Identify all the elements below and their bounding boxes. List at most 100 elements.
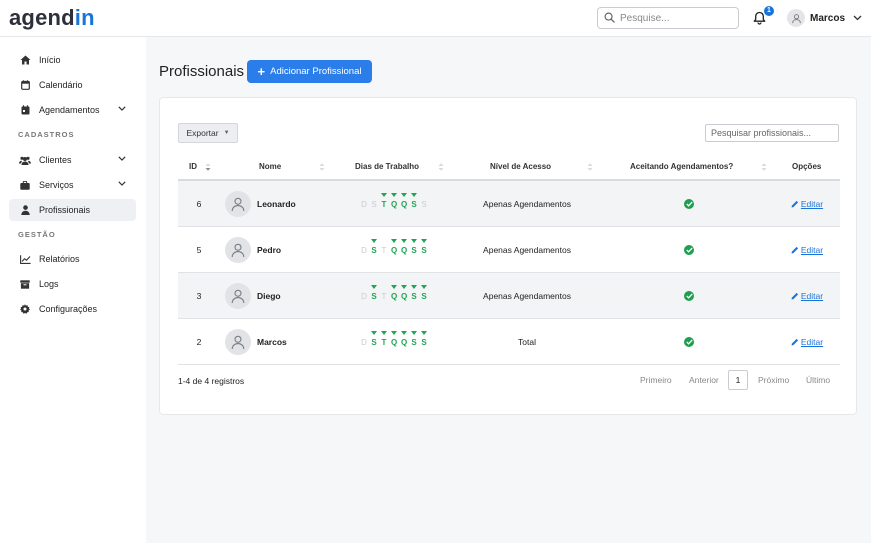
sidebar-item-relatorios[interactable]: Relatórios <box>9 248 136 270</box>
workday-active: T <box>381 193 387 209</box>
sidebar-item-inicio[interactable]: Início <box>9 49 136 71</box>
workday-active: S <box>421 285 427 301</box>
add-professional-label: Adicionar Profissional <box>270 66 362 77</box>
table-header: ID Nome Dias de Trabalho Nível de Acesso… <box>178 156 840 181</box>
row-professional: Pedro <box>225 227 345 272</box>
edit-link[interactable]: Editar <box>791 199 823 209</box>
professionals-search-input[interactable] <box>705 124 839 142</box>
global-search[interactable] <box>597 7 739 29</box>
pagination-last[interactable]: Último <box>806 370 830 390</box>
sidebar-item-label: Clientes <box>39 155 72 165</box>
logs-icon <box>20 279 30 289</box>
sidebar-item-servicos[interactable]: Serviços <box>9 174 136 196</box>
section-label-cadastros: CADASTROS <box>18 130 75 139</box>
pagination-first[interactable]: Primeiro <box>640 370 672 390</box>
pencil-icon <box>791 338 798 345</box>
row-accepting <box>610 319 768 364</box>
avatar <box>225 328 251 355</box>
column-header-days[interactable]: Dias de Trabalho <box>355 162 419 171</box>
row-professional: Leonardo <box>225 181 345 226</box>
users-icon <box>19 156 31 165</box>
workday-active: T <box>381 331 387 347</box>
workday-active: S <box>371 239 377 255</box>
row-professional: Diego <box>225 273 345 318</box>
sidebar-item-logs[interactable]: Logs <box>9 273 136 295</box>
add-professional-button[interactable]: + Adicionar Profissional <box>247 60 372 83</box>
workday-inactive: T <box>381 246 387 255</box>
edit-link[interactable]: Editar <box>791 337 823 347</box>
appointments-icon <box>21 105 29 115</box>
search-icon <box>604 12 615 23</box>
sort-icon[interactable] <box>761 162 767 172</box>
check-circle-icon <box>684 336 694 347</box>
records-count: 1-4 de 4 registros <box>178 376 245 386</box>
workday-active: S <box>371 331 377 347</box>
workday-inactive: D <box>361 246 367 255</box>
column-header-id[interactable]: ID <box>189 162 197 171</box>
edit-label: Editar <box>800 290 824 301</box>
pagination-previous[interactable]: Anterior <box>689 370 719 390</box>
workday-inactive: D <box>361 200 367 209</box>
sidebar-item-label: Serviços <box>39 180 74 190</box>
sort-icon[interactable] <box>587 162 593 172</box>
row-id: 5 <box>196 244 202 255</box>
row-access-level: Apenas Agendamentos <box>483 244 571 255</box>
row-accepting <box>610 227 768 272</box>
column-header-name[interactable]: Nome <box>259 162 281 171</box>
sidebar-item-label: Profissionais <box>39 205 91 215</box>
workday-active: S <box>421 239 427 255</box>
chevron-down-icon <box>118 156 126 161</box>
workday-inactive: S <box>421 200 427 209</box>
user-avatar-icon <box>231 197 245 211</box>
workday-active: Q <box>401 239 408 255</box>
row-name: Marcos <box>257 336 287 347</box>
pagination-next[interactable]: Próximo <box>758 370 789 390</box>
export-button[interactable]: Exportar ▼ <box>178 123 238 143</box>
table-row: 2 Marcos D S T Q Q S S Total Editar <box>178 319 840 365</box>
sort-icon[interactable] <box>438 162 444 172</box>
sidebar-item-configuracoes[interactable]: Configurações <box>9 298 136 320</box>
workday-active: S <box>411 193 417 209</box>
global-search-input[interactable] <box>620 10 734 26</box>
section-label-gestao: GESTÃO <box>18 230 56 239</box>
workday-active: Q <box>391 193 398 209</box>
chart-icon <box>19 254 31 264</box>
page-title: Profissionais <box>159 63 245 80</box>
sidebar-item-clientes[interactable]: Clientes <box>9 149 136 171</box>
edit-link[interactable]: Editar <box>791 245 823 255</box>
sidebar-item-label: Relatórios <box>39 254 80 264</box>
row-access-level: Apenas Agendamentos <box>483 198 571 209</box>
row-options: Editar <box>776 181 838 226</box>
row-workdays: DSTQQSS <box>338 227 450 272</box>
plus-icon: + <box>257 63 266 79</box>
sidebar-item-profissionais[interactable]: Profissionais <box>9 199 136 221</box>
top-bar: agendin 1 Marcos <box>0 0 871 37</box>
sidebar-item-agendamentos[interactable]: Agendamentos <box>9 99 136 121</box>
user-avatar-icon <box>791 13 801 23</box>
workday-inactive: D <box>361 338 367 347</box>
edit-label: Editar <box>800 244 824 255</box>
home-icon <box>20 55 30 65</box>
workday-active: Q <box>401 193 408 209</box>
gear-icon <box>20 304 30 314</box>
user-menu[interactable]: Marcos <box>787 9 862 27</box>
user-avatar-icon <box>231 243 245 257</box>
workday-active: Q <box>391 239 398 255</box>
briefcase-icon <box>20 180 30 190</box>
column-header-accepting[interactable]: Aceitando Agendamentos? <box>630 162 733 171</box>
row-name: Diego <box>257 290 281 301</box>
user-avatar-icon <box>231 289 245 303</box>
column-header-access[interactable]: Nível de Acesso <box>490 162 551 171</box>
avatar <box>225 282 251 309</box>
user-icon <box>20 205 30 215</box>
row-id: 3 <box>196 290 202 301</box>
sidebar-item-calendario[interactable]: Calendário <box>9 74 136 96</box>
sort-desc-icon[interactable] <box>205 162 211 172</box>
app-logo[interactable]: agendin <box>9 5 95 31</box>
sort-icon[interactable] <box>319 162 325 172</box>
row-workdays: DSTQQSS <box>338 181 450 226</box>
edit-link[interactable]: Editar <box>791 291 823 301</box>
pagination-page-1[interactable]: 1 <box>728 370 748 390</box>
workday-inactive: T <box>381 292 387 301</box>
row-accepting <box>610 181 768 226</box>
